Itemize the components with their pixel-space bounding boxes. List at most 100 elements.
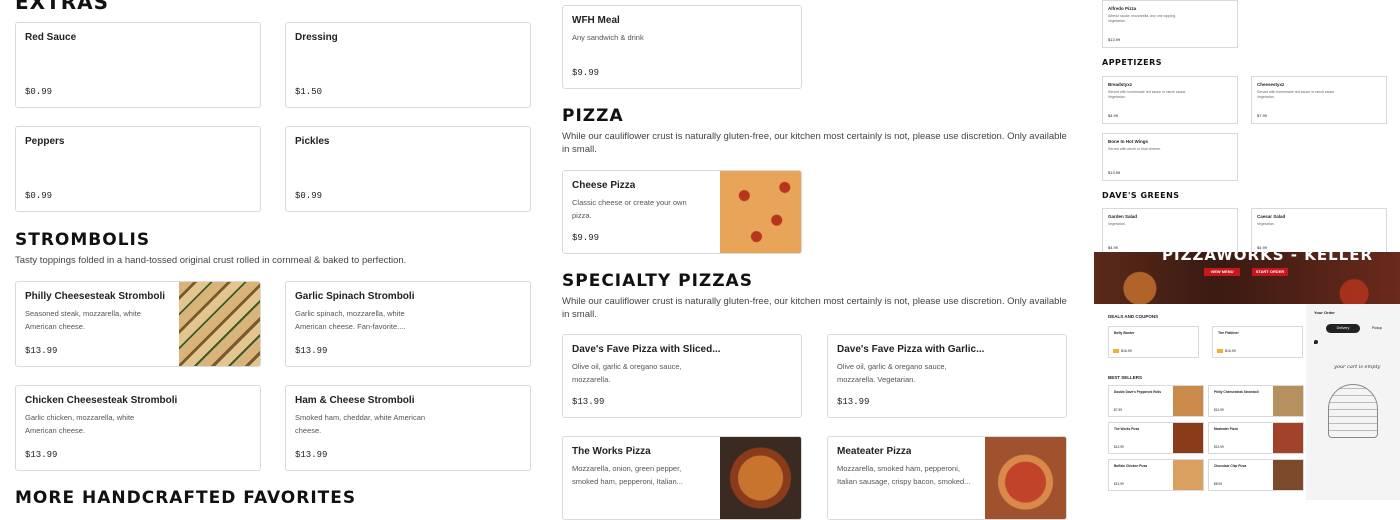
order-heading: Your Order xyxy=(1314,310,1335,315)
best-seller-card[interactable]: Philly Cheesesteak Stromboli $13.99 xyxy=(1208,385,1304,417)
menu-item-card[interactable]: Peppers $0.99 xyxy=(15,126,261,212)
item-photo xyxy=(1273,386,1303,416)
item-name: Chocolate Chip Pizza xyxy=(1214,464,1247,468)
item-price: $13.99 xyxy=(1108,37,1121,42)
location-pin-icon xyxy=(1314,340,1318,344)
item-price: $4.99 xyxy=(1257,245,1268,250)
menu-item-card[interactable]: The Works Pizza Mozzarella, onion, green… xyxy=(562,436,802,520)
item-name: Dave's Fave Pizza with Garlic... xyxy=(837,344,985,355)
menu-item-card[interactable]: Bone In Hot Wings Served with ranch or b… xyxy=(1102,133,1238,181)
item-description: Alfredo sauce, mozzarella, any one toppi… xyxy=(1108,14,1177,23)
item-price: $13.99 xyxy=(295,346,328,356)
item-price: $7.99 xyxy=(1114,408,1122,412)
menu-item-card[interactable]: Meateater Pizza Mozzarella, smoked ham, … xyxy=(827,436,1067,520)
item-price: $16.99 xyxy=(1225,349,1236,353)
item-description: Garlic spinach, mozzarella, white Americ… xyxy=(295,309,406,331)
preview-store-page: PIZZAWORKS - KELLER VIEW MENU START ORDE… xyxy=(1094,252,1400,500)
item-price: $0.99 xyxy=(25,87,53,97)
item-price: $9.99 xyxy=(572,68,600,78)
pizza-description: While our cauliflower crust is naturally… xyxy=(562,131,1067,155)
menu-item-card[interactable]: Garlic Spinach Stromboli Garlic spinach,… xyxy=(285,281,531,367)
item-name: Cheese Pizza xyxy=(572,180,636,191)
item-name: Red Sauce xyxy=(25,32,77,43)
meateater-pizza-photo xyxy=(985,437,1066,519)
deals-heading: DEALS AND COUPONS xyxy=(1108,314,1159,319)
best-seller-card[interactable]: Chocolate Chip Pizza $8.99 xyxy=(1208,459,1304,491)
pickup-toggle[interactable]: Pickup xyxy=(1362,324,1392,333)
cart-empty-text: your cart is empty xyxy=(1334,364,1381,370)
item-description: Seasoned steak, mozzarella, white Americ… xyxy=(25,309,141,331)
item-price: $8.99 xyxy=(1214,482,1222,486)
item-price: $16.99 xyxy=(1121,349,1132,353)
item-name: The Flatliner xyxy=(1218,331,1239,335)
more-favorites-heading: MORE HANDCRAFTED FAVORITES xyxy=(15,488,357,508)
menu-item-card[interactable]: Dave's Fave Pizza with Garlic... Olive o… xyxy=(827,334,1067,418)
item-photo xyxy=(1173,460,1203,490)
menu-item-card[interactable]: Ham & Cheese Stromboli Smoked ham, chedd… xyxy=(285,385,531,471)
best-sellers-heading: BEST SELLERS xyxy=(1108,375,1143,380)
item-price: $13.99 xyxy=(837,397,870,407)
item-name: Buffalo Chicken Pizza xyxy=(1114,464,1148,468)
hero-banner: PIZZAWORKS - KELLER VIEW MENU START ORDE… xyxy=(1094,252,1400,304)
item-description: Served with homemade red sauce or ranch … xyxy=(1257,90,1336,99)
item-name: Belly Buster xyxy=(1114,331,1135,335)
item-price: $13.99 xyxy=(1214,445,1224,449)
item-description: Smoked ham, cheddar, white American chee… xyxy=(295,413,426,435)
menu-item-card[interactable]: Cheese Pizza Classic cheese or create yo… xyxy=(562,170,802,254)
item-description: Vegetarian. xyxy=(1257,222,1275,226)
item-price: $13.99 xyxy=(25,450,58,460)
delivery-toggle[interactable]: Delivery xyxy=(1326,324,1360,333)
item-price: $4.99 xyxy=(1108,113,1119,118)
item-name: Philly Cheesesteak Stromboli xyxy=(25,291,166,302)
greens-heading: DAVE'S GREENS xyxy=(1102,191,1180,200)
specialty-pizzas-heading: SPECIALTY PIZZAS xyxy=(562,271,753,291)
menu-item-card[interactable]: Caesar Salad Vegetarian. $4.99 xyxy=(1251,208,1387,252)
menu-item-card[interactable]: Philly Cheesesteak Stromboli Seasoned st… xyxy=(15,281,261,367)
start-order-button[interactable]: START ORDER xyxy=(1252,268,1288,276)
item-price: $13.99 xyxy=(25,346,58,356)
menu-item-card[interactable]: Red Sauce $0.99 xyxy=(15,22,261,108)
menu-item-card[interactable]: Chicken Cheesesteak Stromboli Garlic chi… xyxy=(15,385,261,471)
best-seller-card[interactable]: Meateater Pizza $13.99 xyxy=(1208,422,1304,454)
item-price: $9.99 xyxy=(572,233,600,243)
stromboli-photo xyxy=(179,282,260,366)
item-photo xyxy=(1273,460,1303,490)
item-name: Ham & Cheese Stromboli xyxy=(295,395,415,406)
best-seller-card[interactable]: The Works Pizza $13.99 xyxy=(1108,422,1204,454)
best-seller-card[interactable]: Double Dave's Pepperoni Rolls $7.99 xyxy=(1108,385,1204,417)
deal-badge xyxy=(1217,349,1223,353)
item-price: $4.99 xyxy=(1108,245,1119,250)
menu-item-card[interactable]: Cheesestyxz Served with homemade red sau… xyxy=(1251,76,1387,124)
deal-badge xyxy=(1113,349,1119,353)
item-name: Garden Salad xyxy=(1108,214,1138,219)
strombolis-description: Tasty toppings folded in a hand-tossed o… xyxy=(15,255,407,266)
menu-item-card[interactable]: Breadstyxz Served with homemade red sauc… xyxy=(1102,76,1238,124)
pizza-heading: PIZZA xyxy=(562,106,624,126)
item-description: Served with ranch or blue cheese. xyxy=(1108,147,1161,151)
pizza-oven-illustration xyxy=(1328,384,1378,438)
item-name: Double Dave's Pepperoni Rolls xyxy=(1114,390,1161,394)
menu-item-card[interactable]: Dave's Fave Pizza with Sliced... Olive o… xyxy=(562,334,802,418)
best-seller-card[interactable]: Buffalo Chicken Pizza $13.99 xyxy=(1108,459,1204,491)
item-photo xyxy=(1273,423,1303,453)
menu-item-card[interactable]: WFH Meal Any sandwich & drink $9.99 xyxy=(562,5,802,89)
menu-item-card[interactable]: Garden Salad Vegetarian. $4.99 xyxy=(1102,208,1238,252)
item-price: $13.99 xyxy=(1108,170,1121,175)
item-description: Garlic chicken, mozzarella, white Americ… xyxy=(25,413,135,435)
deal-card[interactable]: The Flatliner $16.99 xyxy=(1212,326,1303,358)
menu-item-card[interactable]: Alfredo Pizza Alfredo sauce, mozzarella,… xyxy=(1102,0,1238,48)
appetizers-heading: APPETIZERS xyxy=(1102,58,1163,67)
item-price: $0.99 xyxy=(25,191,53,201)
deal-card[interactable]: Belly Buster $16.99 xyxy=(1108,326,1199,358)
specialty-description: While our cauliflower crust is naturally… xyxy=(562,296,1067,320)
item-price: $1.50 xyxy=(295,87,323,97)
item-description: Served with homemade red sauce or ranch … xyxy=(1108,90,1187,99)
item-description: Mozzarella, onion, green pepper, smoked … xyxy=(572,464,683,486)
menu-item-card[interactable]: Dressing $1.50 xyxy=(285,22,531,108)
item-name: Chicken Cheesesteak Stromboli xyxy=(25,395,178,406)
strombolis-heading: STROMBOLIS xyxy=(15,230,151,250)
item-name: Garlic Spinach Stromboli xyxy=(295,291,415,302)
item-name: Meateater Pizza xyxy=(1214,427,1238,431)
menu-item-card[interactable]: Pickles $0.99 xyxy=(285,126,531,212)
view-menu-button[interactable]: VIEW MENU xyxy=(1204,268,1240,276)
